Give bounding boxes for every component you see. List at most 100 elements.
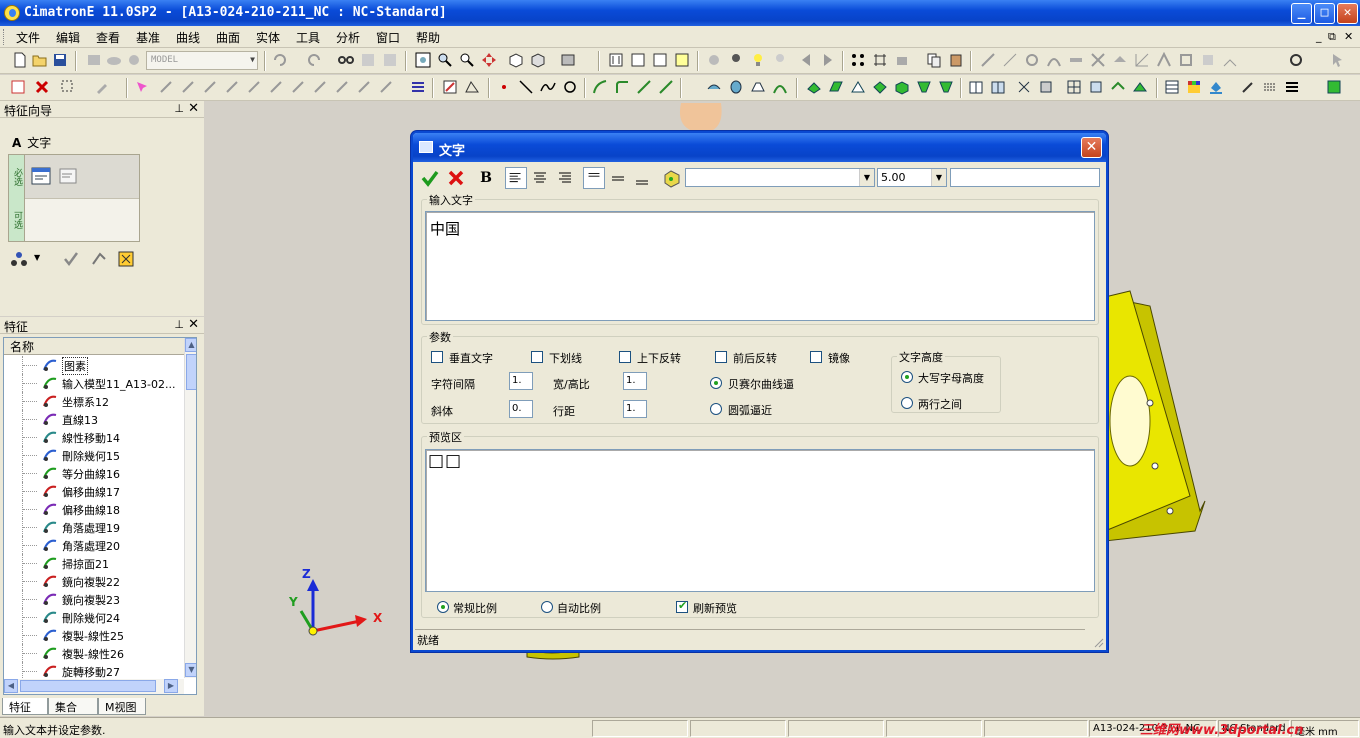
tool8-icon[interactable] [1134,52,1150,68]
feature9-icon[interactable] [334,79,350,95]
line-style-icon[interactable] [1262,79,1278,95]
filter-icon[interactable] [608,52,624,68]
forward-arrow-icon[interactable] [820,52,836,68]
tree-row[interactable]: 鏡向複製23 [4,590,184,608]
tree-row[interactable]: 角落處理19 [4,518,184,536]
char-spacing-input[interactable]: 1. [509,372,533,390]
mdi-minimize-button[interactable]: _ [1316,30,1322,43]
optional-tab[interactable]: 可选 [9,199,25,241]
cancel-x-icon[interactable] [445,167,467,189]
required-tab[interactable]: 必选 [9,155,25,199]
curve-corner-icon[interactable] [614,79,630,95]
tree-row[interactable]: 線性移動14 [4,428,184,446]
solid4-icon[interactable] [872,79,888,95]
circle-icon[interactable] [562,79,578,95]
width-height-input[interactable]: 1. [623,372,647,390]
redo-icon[interactable] [306,52,322,68]
filter4-icon[interactable] [674,52,690,68]
filter2-icon[interactable] [630,52,646,68]
tree-row[interactable]: 直線13 [4,410,184,428]
sketch2-icon[interactable] [464,79,480,95]
solid1-icon[interactable] [806,79,822,95]
flip-horizontal-checkbox[interactable] [715,351,727,363]
solid5-icon[interactable] [894,79,910,95]
tool-r4-icon[interactable] [1110,79,1126,95]
tree-row[interactable]: 旋轉移動27 [4,662,184,680]
spline-icon[interactable] [540,79,556,95]
feature2-icon[interactable] [180,79,196,95]
slant-input[interactable]: 0. [509,400,533,418]
book2-icon[interactable] [990,79,1006,95]
resize-grip-icon[interactable] [1092,636,1104,648]
lightbulb-off-icon[interactable] [772,52,788,68]
sketch-icon[interactable] [442,79,458,95]
feature10-icon[interactable] [356,79,372,95]
history-icon[interactable] [1288,52,1304,68]
extra-text-field[interactable] [950,168,1100,187]
mdi-close-button[interactable]: ✕ [1344,30,1353,43]
tree-row[interactable]: 複製-線性26 [4,644,184,662]
feature8-icon[interactable] [312,79,328,95]
size-combo[interactable]: 5.00 ▼ [877,168,947,187]
combo-arrow-icon[interactable]: ▼ [859,169,874,186]
tool-r3-icon[interactable] [1088,79,1104,95]
line-spacing-input[interactable]: 1. [623,400,647,418]
height-between-radio[interactable] [901,397,913,409]
scale-normal-radio[interactable] [437,601,449,613]
point-icon[interactable] [496,79,512,95]
tool7-icon[interactable] [1112,52,1128,68]
menu-help[interactable]: 帮助 [414,29,442,46]
feature7-icon[interactable] [290,79,306,95]
mdi-restore-button[interactable]: ⧉ [1328,30,1336,44]
hscroll-thumb[interactable] [20,680,156,692]
book-icon[interactable] [968,79,984,95]
iso-view-icon[interactable] [530,52,546,68]
tree-row[interactable]: 複製-線性25 [4,626,184,644]
menu-view[interactable]: 查看 [94,29,122,46]
tree-horizontal-scrollbar[interactable]: ◀ ▶ [4,679,184,694]
table-icon[interactable] [1164,79,1180,95]
align-center-icon[interactable] [529,167,551,189]
lightbulb-icon[interactable] [750,52,766,68]
select-cursor-icon[interactable] [1330,52,1346,68]
approx-bezier-radio[interactable] [710,377,722,389]
menu-analysis[interactable]: 分析 [334,29,362,46]
menu-edit[interactable]: 编辑 [54,29,82,46]
scroll-up-icon[interactable]: ▲ [185,338,196,352]
new-entity-icon[interactable] [10,79,26,95]
panel-close-icon[interactable]: ✕ [188,101,199,116]
block-icon[interactable] [894,52,910,68]
tree-row[interactable]: 输入模型11_A13-02... [4,374,184,392]
menu-surface[interactable]: 曲面 [214,29,242,46]
params-step-icon[interactable] [59,168,77,184]
zoom-window-icon[interactable] [437,52,453,68]
render-mode-icon[interactable] [560,52,576,68]
panel-close-icon[interactable]: ✕ [188,317,199,332]
dropdown-arrow-icon[interactable]: ▼ [34,253,40,262]
minimize-button[interactable]: _ [1291,3,1312,24]
select-box-icon[interactable] [60,79,76,95]
tree-row[interactable]: 掃掠面21 [4,554,184,572]
model-icon[interactable] [86,52,102,68]
zoom-all-icon[interactable] [415,52,431,68]
xyz-icon[interactable] [1222,52,1238,68]
valign-bottom-icon[interactable] [631,167,653,189]
font-combo[interactable]: ▼ [685,168,875,187]
menu-file[interactable]: 文件 [14,29,42,46]
tool-r5-icon[interactable] [1132,79,1148,95]
circle-tool-icon[interactable] [1024,52,1040,68]
feature11-icon[interactable] [378,79,394,95]
undo-icon[interactable] [272,52,288,68]
feature4-icon[interactable] [224,79,240,95]
light-icon[interactable] [728,52,744,68]
paste-icon[interactable] [948,52,964,68]
refresh-preview-checkbox[interactable] [676,599,688,613]
surface2-icon[interactable] [728,79,744,95]
feature5-icon[interactable] [246,79,262,95]
pin-icon[interactable]: ⊥ [174,102,184,115]
solid3-icon[interactable] [850,79,866,95]
height-uppercase-radio[interactable] [901,371,913,383]
surface4-icon[interactable] [772,79,788,95]
tool9-icon[interactable] [1156,52,1172,68]
pick-icon[interactable] [706,52,722,68]
